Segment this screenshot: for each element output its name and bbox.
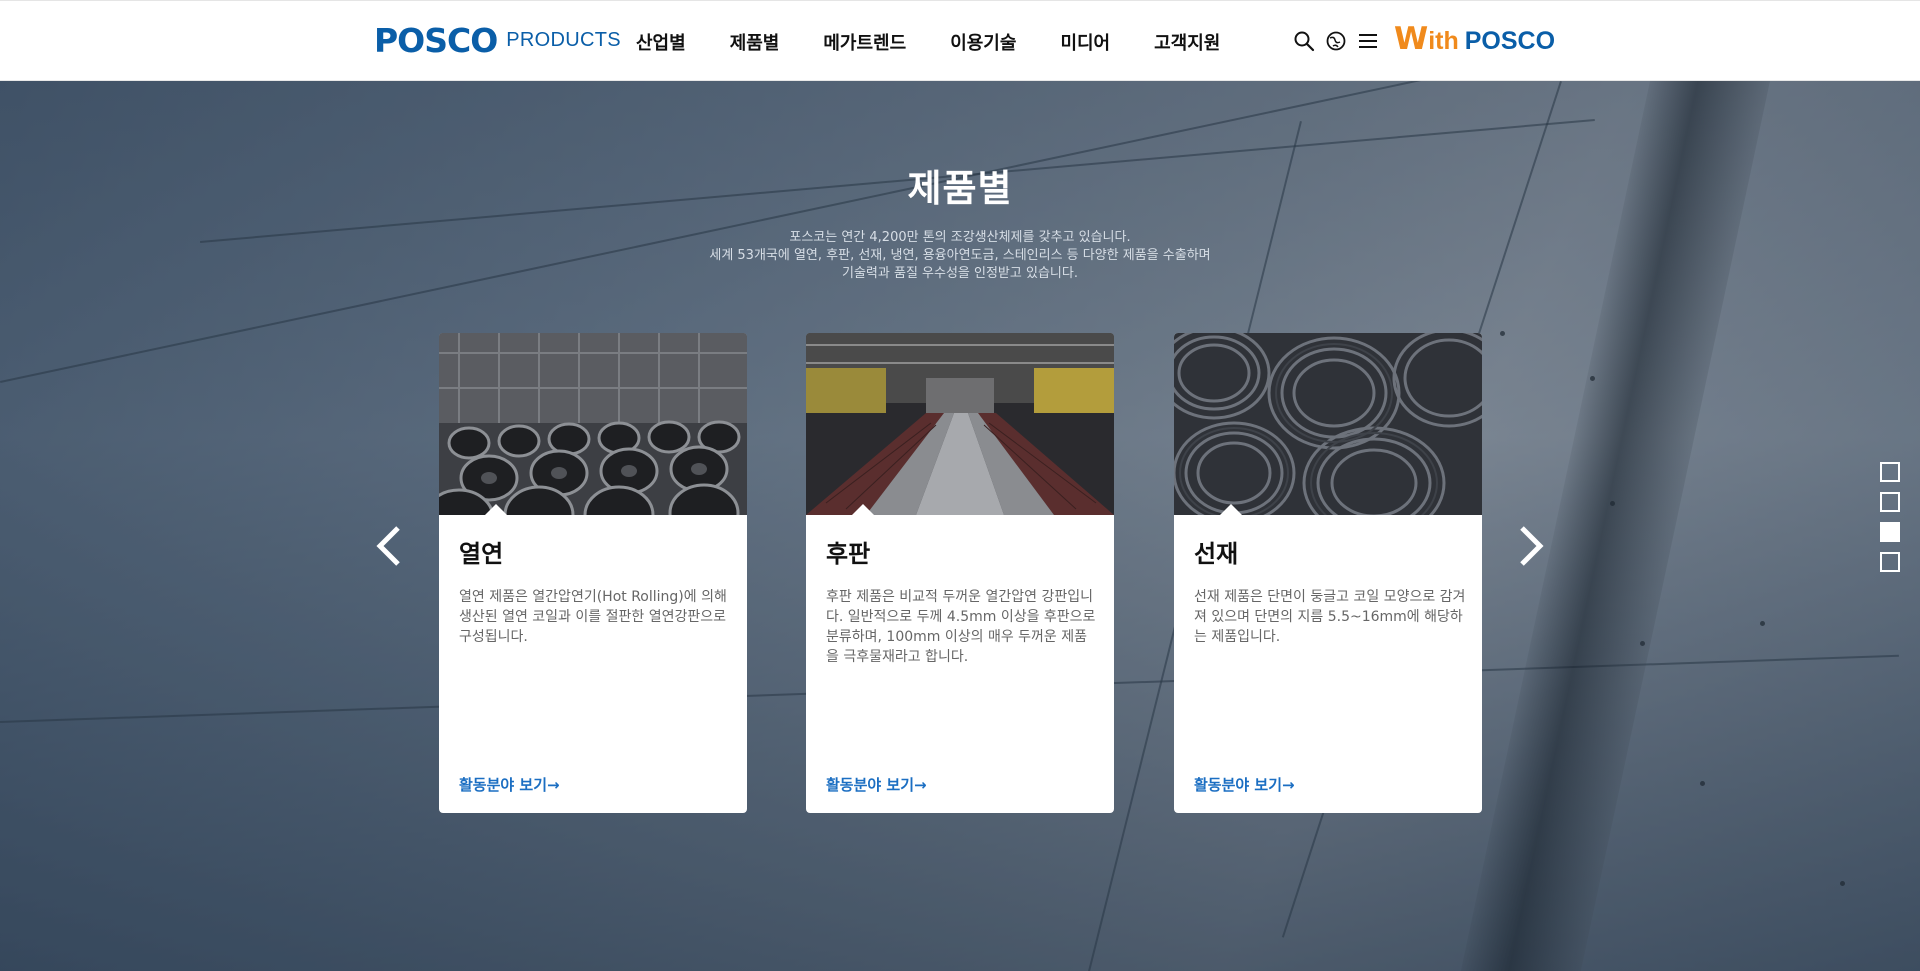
carousel-next-button[interactable] (1510, 522, 1550, 570)
card-link-view-applications[interactable]: 활동분야 보기→ (826, 774, 927, 795)
product-card-hot-rolled[interactable]: 열연 열연 제품은 열간압연기(Hot Rolling)에 의해 생산된 열연 … (439, 333, 747, 813)
with-posco-logo[interactable]: W ith POSCO (1394, 21, 1555, 57)
rivet (1700, 781, 1705, 786)
product-image-plate (806, 333, 1114, 515)
posco-products-logo[interactable]: POSCO PRODUCTS (374, 23, 621, 59)
rivet (1590, 376, 1595, 381)
pager-dot-2[interactable] (1880, 492, 1900, 512)
pager-dot-4[interactable] (1880, 552, 1900, 572)
globe-icon[interactable] (1324, 29, 1348, 53)
chevron-right-icon (1520, 526, 1544, 566)
rivet (1760, 621, 1765, 626)
logo-posco-text: POSCO (374, 21, 498, 60)
card-link-view-applications[interactable]: 활동분야 보기→ (1194, 774, 1295, 795)
product-card-plate[interactable]: 후판 후판 제품은 비교적 두꺼운 열간압연 강판입니다. 일반적으로 두께 4… (806, 333, 1114, 813)
hero-description: 포스코는 연간 4,200만 톤의 조강생산체제를 갖추고 있습니다. 세계 5… (0, 229, 1920, 283)
pager-dot-3[interactable] (1880, 522, 1900, 542)
with-posco-w: W (1394, 21, 1429, 57)
card-description: 열연 제품은 열간압연기(Hot Rolling)에 의해 생산된 열연 코일과… (459, 589, 727, 645)
rivet (1500, 331, 1505, 336)
product-card-wire-rod[interactable]: 선재 선재 제품은 단면이 둥글고 코일 모양으로 감겨져 있으며 단면의 지름… (1174, 333, 1482, 813)
nav-item-megatrend[interactable]: 메가트렌드 (823, 29, 906, 55)
rivet (1610, 501, 1615, 506)
card-title: 선재 (1194, 540, 1239, 568)
product-image-hot-rolled (439, 333, 747, 515)
card-link-view-applications[interactable]: 활동분야 보기→ (459, 774, 560, 795)
card-pointer (852, 504, 874, 515)
card-title: 열연 (459, 540, 504, 568)
product-image-wire-rod (1174, 333, 1482, 515)
card-pointer (1220, 504, 1242, 515)
with-posco-brand: POSCO (1464, 27, 1556, 55)
nav-item-products[interactable]: 제품별 (730, 29, 780, 55)
search-icon[interactable] (1292, 29, 1316, 53)
chevron-left-icon (376, 526, 400, 566)
card-description: 선재 제품은 단면이 둥글고 코일 모양으로 감겨져 있으며 단면의 지름 5.… (1194, 589, 1466, 645)
header-utilities (1292, 29, 1388, 53)
menu-icon[interactable] (1356, 29, 1380, 53)
nav-item-industry[interactable]: 산업별 (636, 29, 686, 55)
site-header: POSCO PRODUCTS 산업별 제품별 메가트렌드 이용기술 미디어 고객… (0, 0, 1920, 81)
with-posco-ith: ith (1428, 27, 1459, 55)
nav-item-media[interactable]: 미디어 (1060, 29, 1110, 55)
hero-description-line: 세계 53개국에 열연, 후판, 선재, 냉연, 용융아연도금, 스테인리스 등… (709, 248, 1211, 263)
main-nav: 산업별 제품별 메가트렌드 이용기술 미디어 고객지원 (636, 1, 1264, 82)
card-description: 후판 제품은 비교적 두꺼운 열간압연 강판입니다. 일반적으로 두께 4.5m… (826, 589, 1096, 665)
page-title: 제품별 (907, 167, 1013, 210)
section-pager (1880, 462, 1900, 582)
card-title: 후판 (826, 540, 871, 568)
rivet (1640, 641, 1645, 646)
carousel-prev-button[interactable] (370, 522, 410, 570)
nav-item-technology[interactable]: 이용기술 (950, 29, 1016, 55)
pager-dot-1[interactable] (1880, 462, 1900, 482)
hero-description-line: 기술력과 품질 우수성을 인정받고 있습니다. (842, 266, 1078, 281)
logo-products-text: PRODUCTS (506, 29, 621, 51)
card-pointer (485, 504, 507, 515)
hero-description-line: 포스코는 연간 4,200만 톤의 조강생산체제를 갖추고 있습니다. (789, 230, 1131, 245)
rivet (1840, 881, 1845, 886)
nav-item-support[interactable]: 고객지원 (1154, 29, 1220, 55)
